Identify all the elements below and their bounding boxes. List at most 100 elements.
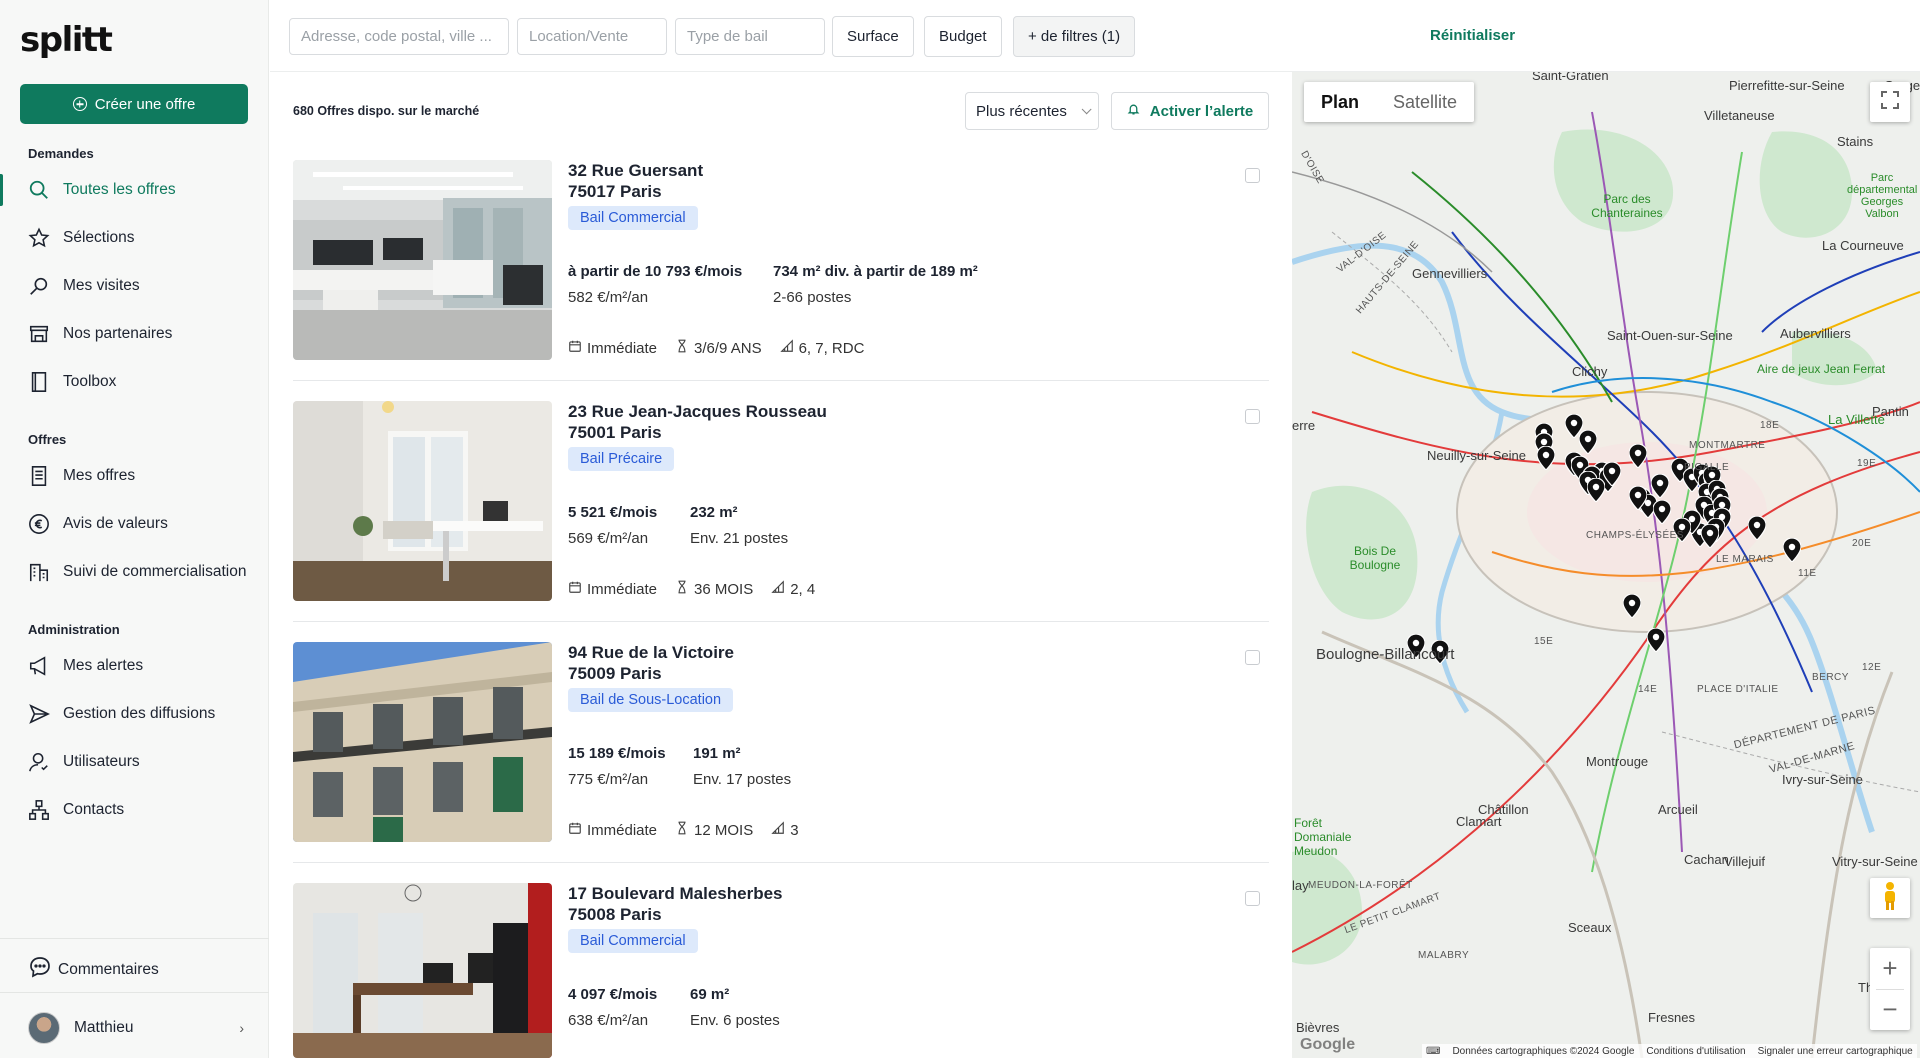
offer-photo[interactable] xyxy=(293,401,552,601)
select-checkbox[interactable] xyxy=(1245,650,1260,665)
transaction-type-select[interactable]: Location/Vente xyxy=(517,18,667,55)
reset-filters-link[interactable]: Réinitialiser xyxy=(1430,27,1515,44)
sidebar-item-avis-de-valeurs[interactable]: Avis de valeurs xyxy=(0,504,269,544)
map-pin[interactable] xyxy=(1652,499,1672,525)
logo[interactable]: splitt xyxy=(20,20,113,60)
offer-card[interactable]: 32 Rue Guersant 75017 Paris Bail Commerc… xyxy=(293,160,1269,360)
lease-type-select[interactable]: Type de bail xyxy=(675,18,825,55)
activate-alert-button[interactable]: Activer l’alerte xyxy=(1111,92,1269,130)
map-label: 11E xyxy=(1798,568,1817,579)
offer-card[interactable]: 23 Rue Jean-Jacques Rousseau 75001 Paris… xyxy=(293,401,1269,601)
map-type-satellite-button[interactable]: Satellite xyxy=(1376,82,1474,122)
offer-street: 23 Rue Jean-Jacques Rousseau xyxy=(568,402,827,421)
offer-address[interactable]: 17 Boulevard Malesherbes 75008 Paris xyxy=(568,883,782,925)
sidebar-item-nos-partenaires[interactable]: Nos partenaires xyxy=(0,314,269,354)
map-pin[interactable] xyxy=(1628,443,1648,469)
sidebar-item-selections[interactable]: Sélections xyxy=(0,218,269,258)
sidebar-item-toolbox[interactable]: Toolbox xyxy=(0,362,269,402)
create-offer-label: Créer une offre xyxy=(94,95,196,113)
select-checkbox[interactable] xyxy=(1245,168,1260,183)
sidebar-item-label: Utilisateurs xyxy=(63,753,140,770)
sidebar-item-mes-visites[interactable]: Mes visites xyxy=(0,266,269,306)
budget-filter-button[interactable]: Budget xyxy=(924,16,1002,57)
offer-city: 75001 Paris xyxy=(568,423,662,442)
map-data-credit: Données cartographiques ©2024 Google xyxy=(1452,1045,1635,1057)
zoom-out-button[interactable]: − xyxy=(1882,990,1897,1030)
offer-price-per-m2: 582 €/m²/an xyxy=(568,289,649,306)
sidebar-item-gestion-des-diffusions[interactable]: Gestion des diffusions xyxy=(0,694,269,734)
map-type-toggle: Plan Satellite xyxy=(1304,82,1475,122)
offer-price: 15 189 €/mois xyxy=(568,745,666,762)
map-label: Bièvres xyxy=(1296,1020,1340,1035)
map-report-link[interactable]: Signaler une erreur cartographique xyxy=(1758,1046,1913,1057)
sort-select[interactable]: Plus récentes xyxy=(965,92,1099,130)
map-attribution: ⌨ Données cartographiques ©2024 Google C… xyxy=(1422,1044,1917,1058)
offer-photo[interactable] xyxy=(293,642,552,842)
map-pin[interactable] xyxy=(1536,445,1556,471)
map-label: MEUDON-LA-FORÊT xyxy=(1308,880,1413,891)
map-pin[interactable] xyxy=(1747,515,1767,541)
map-terms-link[interactable]: Conditions d'utilisation xyxy=(1646,1046,1745,1057)
map-pin[interactable] xyxy=(1578,429,1598,455)
fullscreen-button[interactable] xyxy=(1870,82,1910,122)
document-icon xyxy=(28,465,50,487)
send-icon xyxy=(28,703,50,725)
map-pin[interactable] xyxy=(1586,477,1606,503)
create-offer-button[interactable]: Créer une offre xyxy=(20,84,248,124)
offer-card[interactable]: 17 Boulevard Malesherbes 75008 Paris Bai… xyxy=(293,883,1269,1058)
offer-availability: Immédiate xyxy=(587,339,658,357)
offer-meta: Immédiate 36 MOIS 2, 4 xyxy=(568,580,825,598)
chevron-down-icon xyxy=(1081,103,1092,114)
comments-label: Commentaires xyxy=(58,960,159,978)
user-menu[interactable]: Matthieu › xyxy=(28,1012,244,1044)
sidebar-item-label: Mes offres xyxy=(63,467,136,484)
street-view-button[interactable] xyxy=(1870,878,1910,918)
map-pin[interactable] xyxy=(1700,523,1720,549)
map-label: Forêt Domaniale Meudon xyxy=(1294,816,1352,858)
address-search-input[interactable]: Adresse, code postal, ville ... xyxy=(289,18,509,55)
sidebar-item-mes-alertes[interactable]: Mes alertes xyxy=(0,646,269,686)
logo-text: splitt xyxy=(20,20,113,60)
stairs-icon xyxy=(771,821,785,839)
sidebar-item-toutes-les-offres[interactable]: Toutes les offres xyxy=(0,170,269,210)
comments-button[interactable]: Commentaires xyxy=(28,955,159,984)
hourglass-icon xyxy=(675,339,689,357)
offer-card[interactable]: 94 Rue de la Victoire 75009 Paris Bail d… xyxy=(293,642,1269,842)
map-label: Villejuif xyxy=(1724,854,1765,869)
map-type-plan-button[interactable]: Plan xyxy=(1304,82,1376,122)
map-label: Neuilly-sur-Seine xyxy=(1427,448,1526,463)
select-checkbox[interactable] xyxy=(1245,409,1260,424)
offer-address[interactable]: 94 Rue de la Victoire 75009 Paris xyxy=(568,642,734,684)
user-name: Matthieu xyxy=(74,1019,134,1036)
map-pin[interactable] xyxy=(1646,627,1666,653)
magnifier-icon xyxy=(28,275,50,297)
calendar-icon xyxy=(568,580,582,598)
map-label: CHAMPS-ÉLYSÉES xyxy=(1586,530,1684,541)
sidebar-item-mes-offres[interactable]: Mes offres xyxy=(0,456,269,496)
map-label: Vitry-sur-Seine xyxy=(1832,854,1918,869)
map-pin[interactable] xyxy=(1782,537,1802,563)
map-pin[interactable] xyxy=(1628,485,1648,511)
chevron-right-icon: › xyxy=(239,1020,244,1036)
sidebar-item-utilisateurs[interactable]: Utilisateurs xyxy=(0,742,269,782)
euro-icon xyxy=(28,513,50,535)
map-label: LE MARAIS xyxy=(1716,554,1774,565)
offer-floors: 3 xyxy=(790,821,799,839)
surface-filter-button[interactable]: Surface xyxy=(832,16,914,57)
sidebar-item-suivi-commercialisation[interactable]: Suivi de commercialisation xyxy=(0,552,269,592)
zoom-in-button[interactable]: + xyxy=(1882,949,1897,989)
map-label: Parc départemental Georges Valbon xyxy=(1847,172,1918,220)
map-pin[interactable] xyxy=(1602,461,1622,487)
offer-city: 75008 Paris xyxy=(568,905,662,924)
offers-map[interactable]: Saint-Gratien Pierrefitte-sur-Seine Garg… xyxy=(1292,72,1920,1058)
select-checkbox[interactable] xyxy=(1245,891,1260,906)
offer-address[interactable]: 32 Rue Guersant 75017 Paris xyxy=(568,160,703,202)
sidebar-item-contacts[interactable]: Contacts xyxy=(0,790,269,830)
offer-photo[interactable] xyxy=(293,883,552,1058)
building-icon xyxy=(28,561,50,583)
offer-photo[interactable] xyxy=(293,160,552,360)
offer-address[interactable]: 23 Rue Jean-Jacques Rousseau 75001 Paris xyxy=(568,401,827,443)
map-pin[interactable] xyxy=(1622,593,1642,619)
more-filters-button[interactable]: + de filtres (1) xyxy=(1013,16,1136,57)
keyboard-icon[interactable]: ⌨ xyxy=(1426,1046,1440,1057)
